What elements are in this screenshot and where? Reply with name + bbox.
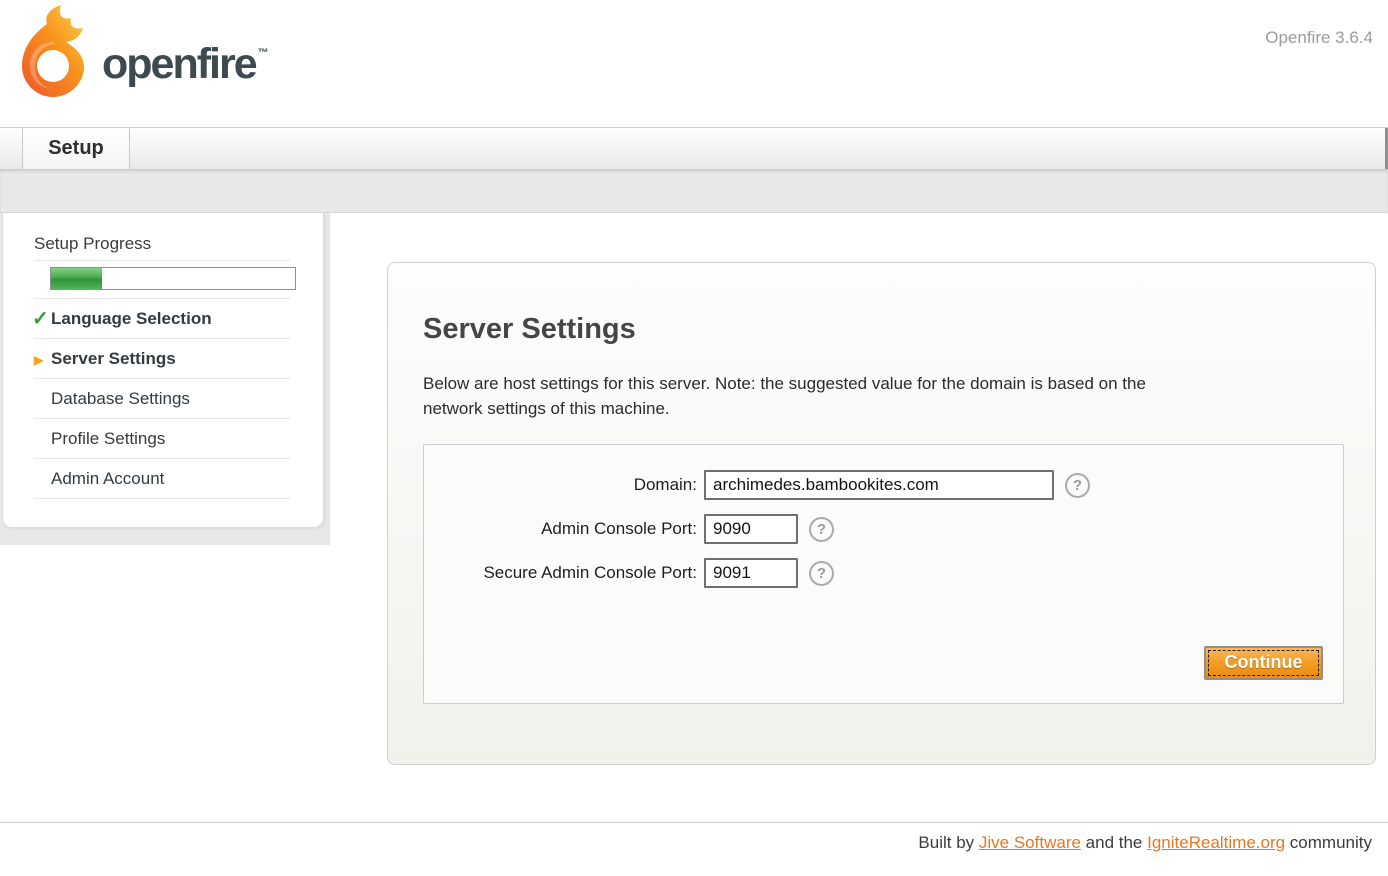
footer-text: and the [1081,833,1147,852]
sidebar-item-database-settings: Database Settings [3,379,323,419]
sidebar-item-label: Admin Account [51,469,164,488]
sidebar-item-server-settings: ▶ Server Settings [3,339,323,379]
secure-admin-console-port-input[interactable] [704,558,798,588]
footer-text: Built by [918,833,978,852]
check-icon: ✓ [32,299,49,339]
domain-input[interactable] [704,470,1054,500]
page-description: Below are host settings for this server.… [423,371,1146,421]
continue-button[interactable]: Continue [1204,646,1323,680]
description-line: network settings of this machine. [423,396,1146,421]
form-row-admin-console-port: Admin Console Port: ? [424,514,1343,544]
trademark-symbol: ™ [258,47,269,59]
jive-software-link[interactable]: Jive Software [979,833,1081,852]
secure-admin-console-port-label: Secure Admin Console Port: [424,563,704,583]
divider [34,260,290,261]
tab-setup[interactable]: Setup [22,128,130,169]
openfire-wordmark: openfire™ [102,40,267,89]
version-label: Openfire 3.6.4 [1265,28,1373,48]
igniterealtime-link[interactable]: IgniteRealtime.org [1147,833,1285,852]
admin-console-port-input[interactable] [704,514,798,544]
domain-help-icon[interactable]: ? [1065,473,1090,498]
sidebar-item-label: Profile Settings [51,429,165,448]
form-row-domain: Domain: ? [424,470,1343,500]
openfire-flame-logo-icon [14,4,94,104]
form-row-secure-admin-console-port: Secure Admin Console Port: ? [424,558,1343,588]
sidebar-item-label: Server Settings [51,349,176,368]
setup-progress-card: Setup Progress ✓ Language Selection ▶ Se… [2,213,324,528]
openfire-setup-page: openfire™ Openfire 3.6.4 Setup Setup Pro… [0,0,1388,876]
setup-progress-bar [50,267,296,290]
header: openfire™ Openfire 3.6.4 [0,0,1388,127]
admin-console-port-help-icon[interactable]: ? [809,517,834,542]
secure-admin-console-port-help-icon[interactable]: ? [809,561,834,586]
sidebar-item-profile-settings: Profile Settings [3,419,323,459]
current-step-arrow-icon: ▶ [34,340,43,380]
setup-progress-fill [51,268,102,289]
footer: Built by Jive Software and the IgniteRea… [918,833,1372,853]
setup-progress-title: Setup Progress [34,234,151,254]
setup-steps-list: ✓ Language Selection ▶ Server Settings D… [3,299,323,499]
sidebar-item-label: Language Selection [51,309,212,328]
footer-divider [0,822,1388,823]
page-title: Server Settings [423,313,636,346]
sidebar-item-language-selection: ✓ Language Selection [3,299,323,339]
admin-console-port-label: Admin Console Port: [424,519,704,539]
description-line: Below are host settings for this server.… [423,371,1146,396]
server-settings-form: Domain: ? Admin Console Port: ? Secure A… [423,444,1344,704]
subnav-bar [0,169,1388,213]
sidebar-item-label: Database Settings [51,389,190,408]
domain-label: Domain: [424,475,704,495]
footer-text: community [1285,833,1372,852]
main-content-panel: Server Settings Below are host settings … [387,262,1376,765]
divider [34,498,290,499]
tab-bar: Setup [0,127,1388,169]
sidebar-item-admin-account: Admin Account [3,459,323,499]
